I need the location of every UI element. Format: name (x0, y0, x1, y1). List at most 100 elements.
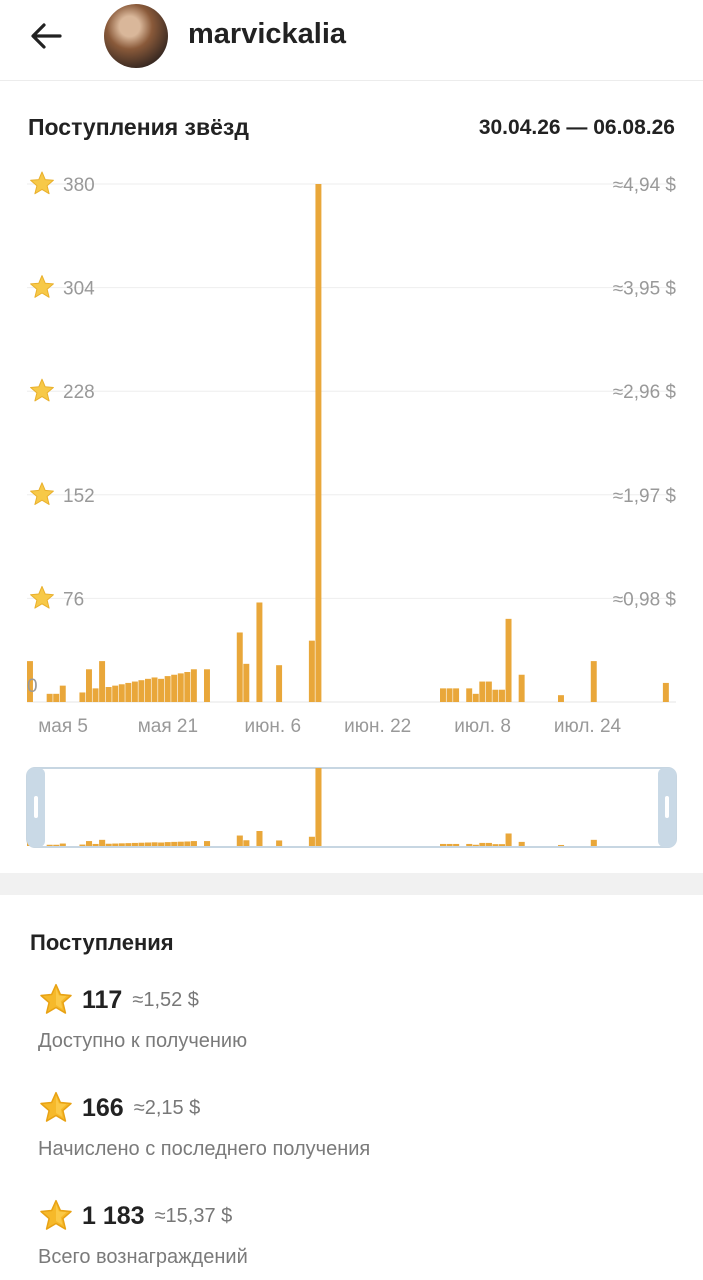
y-tick-label: 304 (63, 279, 95, 300)
navigator-bar (276, 840, 283, 846)
chart-bar[interactable] (53, 693, 60, 702)
chart-bar[interactable] (590, 661, 597, 702)
stat-label: Всего вознаграждений (38, 1246, 248, 1268)
navigator-bar (79, 844, 86, 846)
x-tick-label: июн. 22 (344, 716, 411, 737)
star-icon (30, 171, 54, 195)
stat-accrued: 166 ≈2,15 $ Начислено с последнего получ… (38, 1088, 638, 1161)
navigator-bar (118, 843, 125, 846)
navigator-bar (485, 842, 492, 846)
chart-bar[interactable] (59, 685, 66, 702)
chart-bar[interactable] (485, 681, 492, 702)
chart-bar[interactable] (105, 687, 112, 702)
chart-bar[interactable] (236, 632, 243, 702)
navigator-bar (99, 839, 106, 846)
chart-bar[interactable] (190, 669, 197, 702)
navigator-bar (105, 843, 112, 846)
navigator-bar (453, 843, 460, 846)
y2-tick-label: ≈3,95 $ (613, 279, 677, 300)
navigator-bar (243, 840, 250, 846)
navigator-bar (158, 842, 165, 846)
navigator-bar (479, 842, 486, 846)
y-tick-label: 228 (63, 382, 95, 403)
chart-bar[interactable] (79, 692, 86, 702)
chart-bar[interactable] (466, 688, 473, 702)
chart-bar[interactable] (138, 680, 145, 702)
avatar[interactable] (104, 4, 168, 68)
chart-bar[interactable] (86, 669, 92, 702)
star-icon (30, 275, 54, 298)
chart-bar[interactable] (256, 602, 263, 702)
chart-bar[interactable] (118, 684, 125, 702)
stat-usd: ≈2,15 $ (133, 1096, 201, 1119)
chart-bar[interactable] (158, 678, 165, 702)
date-range[interactable]: 30.04.26 — 06.08.26 (479, 116, 675, 140)
chart-bar[interactable] (125, 682, 132, 702)
navigator-frame (26, 767, 677, 848)
chart-bar[interactable] (558, 695, 564, 702)
chart-bar[interactable] (276, 665, 283, 702)
chart-bar[interactable] (145, 678, 151, 702)
chart-bar[interactable] (315, 184, 322, 702)
chart-bar[interactable] (440, 688, 446, 702)
stat-usd: ≈15,37 $ (154, 1204, 233, 1227)
chart-bar[interactable] (184, 672, 191, 702)
star-icon (30, 482, 54, 505)
chart-bar[interactable] (446, 688, 453, 702)
chart-bar[interactable] (99, 661, 106, 702)
back-button[interactable] (22, 16, 70, 56)
x-tick-label: июл. 8 (454, 716, 511, 737)
channel-name[interactable]: marvickalia (188, 18, 346, 51)
chart-bar[interactable] (151, 677, 158, 702)
drag-handle-icon[interactable] (658, 768, 676, 847)
chart-bar[interactable] (243, 663, 250, 702)
chart-bar[interactable] (472, 693, 479, 702)
drag-handle-icon[interactable] (27, 768, 45, 847)
chart-bar[interactable] (479, 681, 486, 702)
chart-navigator[interactable] (0, 760, 703, 860)
chart-bar[interactable] (499, 689, 505, 702)
chart-bar[interactable] (46, 693, 53, 702)
navigator-bar (184, 841, 191, 846)
chart-bar[interactable] (92, 688, 99, 702)
navigator-bar (315, 768, 322, 846)
star-icon (40, 1199, 72, 1230)
chart-bar[interactable] (171, 674, 178, 702)
top-bar: marvickalia (0, 0, 703, 81)
chart-bar[interactable] (453, 688, 460, 702)
navigator-bar (125, 843, 132, 846)
chart-bar[interactable] (518, 674, 525, 702)
y-tick-label: 76 (63, 589, 84, 610)
chart-bar[interactable] (204, 669, 210, 702)
star-icon (30, 378, 54, 402)
star-icon (30, 585, 54, 609)
chart-bar[interactable] (112, 685, 119, 702)
navigator-bar (499, 844, 506, 846)
chart-bar[interactable] (164, 676, 171, 702)
stars-chart[interactable]: 380 ≈4,94 $ 304 ≈3,95 $ 228 ≈2,96 $ 152 ≈1,97 $… (0, 160, 703, 750)
navigator-bar (590, 839, 597, 846)
chart-bar[interactable] (492, 689, 499, 702)
chart-bar[interactable] (308, 640, 315, 702)
stat-usd: ≈1,52 $ (132, 988, 199, 1011)
navigator-bar (59, 843, 66, 846)
navigator-bar (472, 844, 479, 846)
chart-bar[interactable] (505, 618, 512, 702)
stat-value: 117 (82, 985, 123, 1014)
navigator-bar (308, 836, 315, 846)
navigator-bar (131, 842, 138, 846)
navigator-bar (505, 833, 512, 846)
navigator-bar (53, 844, 60, 846)
chart-bar[interactable] (131, 681, 138, 702)
navigator-bar (164, 842, 171, 846)
navigator-bar (92, 843, 99, 846)
navigator-bar (466, 843, 473, 846)
chart-bar[interactable] (177, 673, 184, 702)
navigator-bar (256, 831, 263, 846)
chart-bar[interactable] (662, 682, 669, 702)
x-tick-label: июн. 6 (245, 716, 301, 737)
navigator-bar (177, 841, 184, 846)
y2-tick-label: ≈1,97 $ (613, 486, 677, 507)
navigator-bar (518, 841, 525, 846)
navigator-bar (138, 842, 145, 846)
